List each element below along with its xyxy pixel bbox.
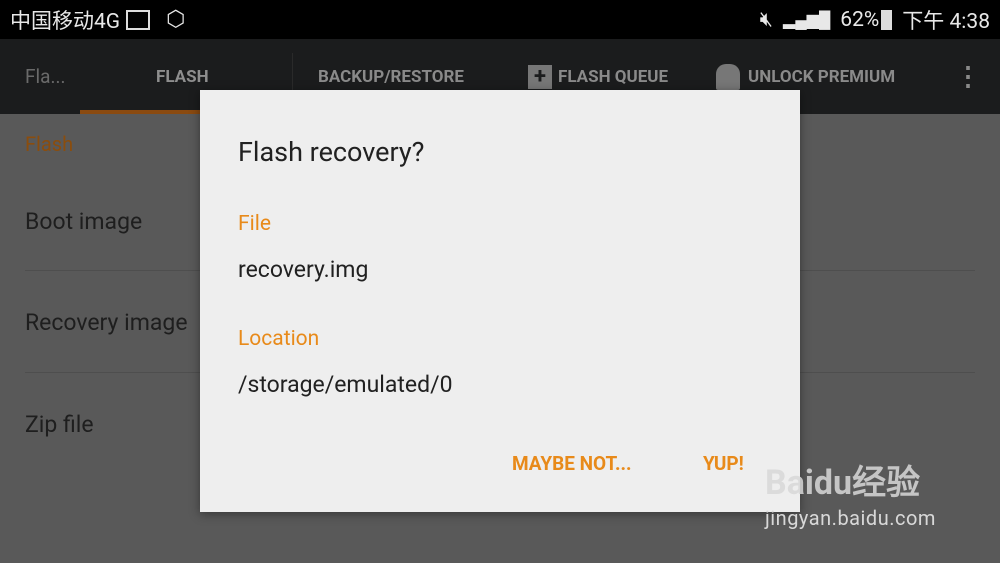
dialog-title: Flash recovery? <box>238 136 425 168</box>
battery-label: 62% <box>840 7 880 32</box>
battery-icon <box>881 9 893 30</box>
tab-label: UNLOCK PREMIUM <box>748 66 896 87</box>
status-bar: 中国移动4G ⬡ 🔇︎ ▂▄▆█ 62% 下午 4:38 <box>0 0 1000 39</box>
file-value: recovery.img <box>238 256 369 283</box>
watermark: Baidu经验 jingyan.baidu.com <box>765 455 936 530</box>
list-item-recovery-image[interactable]: Recovery image <box>25 309 188 336</box>
confirm-button[interactable]: YUP! <box>703 452 744 475</box>
image-icon <box>126 9 151 30</box>
location-value: /storage/emulated/0 <box>238 371 453 398</box>
watermark-logo: Baidu经验 <box>765 463 921 503</box>
list-item-boot-image[interactable]: Boot image <box>25 208 142 235</box>
flash-recovery-dialog: Flash recovery? File recovery.img Locati… <box>200 90 800 512</box>
section-header: Flash <box>25 132 74 156</box>
add-queue-icon: + <box>528 64 552 89</box>
file-label: File <box>238 212 271 236</box>
location-label: Location <box>238 327 320 351</box>
app-title: Fla... <box>25 65 66 88</box>
settings-icon: ⬡ <box>166 7 186 32</box>
time-label: 下午 4:38 <box>902 9 990 34</box>
mute-icon: 🔇︎ <box>759 7 774 32</box>
lock-icon <box>716 63 740 90</box>
watermark-url: jingyan.baidu.com <box>765 506 936 530</box>
list-item-zip-file[interactable]: Zip file <box>25 411 94 438</box>
cancel-button[interactable]: MAYBE NOT... <box>512 452 632 475</box>
overflow-menu-icon[interactable]: ⋮ <box>955 39 981 114</box>
signal-icon: ▂▄▆█ <box>783 9 831 29</box>
carrier-label: 中国移动4G <box>10 9 121 34</box>
tab-label: FLASH QUEUE <box>558 66 669 87</box>
